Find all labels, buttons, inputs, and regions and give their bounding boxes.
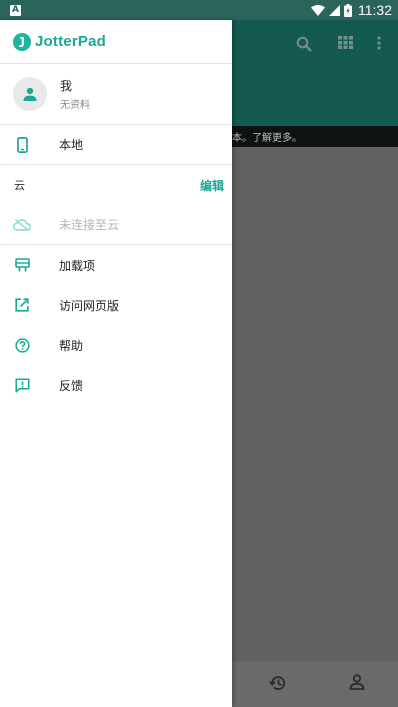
person-icon (23, 87, 37, 101)
signal-icon (329, 4, 340, 16)
profile-name: 我 (60, 79, 73, 93)
drawer-item-local[interactable]: 本地 (0, 125, 232, 165)
drawer-item-web-version-label: 访问网页版 (59, 298, 120, 313)
drawer-item-addons-label: 加载项 (59, 258, 96, 273)
drawer-item-cloud-label: 未连接至云 (59, 218, 120, 232)
history-icon[interactable] (269, 674, 287, 692)
more-options-icon[interactable] (377, 36, 381, 50)
account-icon[interactable] (349, 674, 365, 690)
help-icon (13, 336, 31, 354)
drawer-item-help-label: 帮助 (59, 338, 84, 353)
battery-icon (344, 3, 352, 17)
profile-subtitle: 无资料 (60, 100, 90, 111)
addons-icon (13, 256, 31, 274)
search-icon[interactable] (296, 36, 312, 52)
drawer-item-local-label: 本地 (59, 138, 84, 152)
info-banner-text: 本。了解更多。 (232, 133, 302, 144)
drawer-header: JotterPad (0, 20, 232, 64)
feedback-icon (13, 376, 31, 394)
phone-icon (13, 136, 31, 154)
drawer-item-addons[interactable]: 加载项 (0, 245, 232, 285)
status-time: 11:32 (358, 2, 392, 18)
navigation-drawer: JotterPad 我 无资料 本地 云 编辑 未连接至云 加载项 访问网页版 … (0, 20, 232, 707)
drawer-item-cloud-not-connected[interactable]: 未连接至云 (0, 205, 232, 245)
edit-cloud-button[interactable]: 编辑 (200, 177, 224, 194)
open-external-icon (13, 296, 31, 314)
grid-view-icon[interactable] (338, 36, 353, 49)
cloud-off-icon (13, 216, 31, 234)
status-bar: A 11:32 (0, 0, 398, 20)
jotterpad-logo-icon (13, 32, 31, 51)
drawer-item-help[interactable]: 帮助 (0, 325, 232, 365)
drawer-item-feedback-label: 反馈 (59, 378, 84, 393)
app-name: JotterPad (35, 33, 106, 50)
cloud-section-header: 云 编辑 (0, 165, 232, 205)
drawer-item-feedback[interactable]: 反馈 (0, 365, 232, 405)
avatar (13, 77, 47, 111)
cloud-section-title: 云 (14, 179, 25, 192)
notification-a-icon: A (10, 4, 21, 16)
drawer-item-web-version[interactable]: 访问网页版 (0, 285, 232, 325)
profile-row[interactable]: 我 无资料 (0, 64, 232, 125)
wifi-icon (311, 4, 325, 16)
